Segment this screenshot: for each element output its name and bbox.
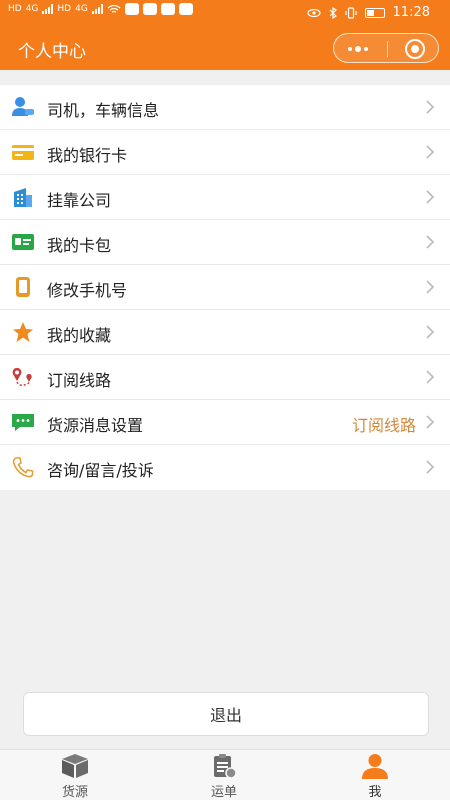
menu-item-driver-vehicle-info[interactable]: 司机，车辆信息 xyxy=(0,85,450,130)
menu-item-label: 我的卡包 xyxy=(47,236,112,255)
menu-list: 司机，车辆信息 我的银行卡 挂靠公司 我的卡包 修改手机号 我的收藏 订阅线路 … xyxy=(0,85,450,490)
network-label-2: 4G xyxy=(25,4,39,14)
menu-item-label: 咨询/留言/投诉 xyxy=(47,461,154,480)
menu-item-affiliated-company[interactable]: 挂靠公司 xyxy=(0,175,450,220)
card-wallet-icon xyxy=(11,231,35,253)
chevron-right-icon xyxy=(426,325,435,339)
user-icon xyxy=(340,753,410,779)
menu-item-consult-feedback[interactable]: 咨询/留言/投诉 xyxy=(0,445,450,490)
menu-item-bank-card[interactable]: 我的银行卡 xyxy=(0,130,450,175)
building-icon xyxy=(11,186,35,208)
chevron-right-icon xyxy=(426,235,435,249)
menu-item-label: 我的收藏 xyxy=(47,326,112,345)
chevron-right-icon xyxy=(426,280,435,294)
bluetooth-icon xyxy=(329,6,337,19)
tab-cargo-source[interactable]: 货源 xyxy=(40,753,110,800)
tab-me[interactable]: 我 xyxy=(340,753,410,800)
box-icon xyxy=(40,753,110,779)
battery-icon xyxy=(364,7,385,18)
menu-item-value: 订阅线路 xyxy=(351,416,416,435)
menu-item-label: 订阅线路 xyxy=(47,371,112,390)
app-notification-icon-3 xyxy=(160,3,175,15)
chevron-right-icon xyxy=(426,460,435,474)
tab-label: 我 xyxy=(368,785,382,800)
menu-item-subscribe-route[interactable]: 订阅线路 xyxy=(0,355,450,400)
vibrate-icon xyxy=(344,6,357,19)
app-notification-icon-2 xyxy=(142,3,157,15)
driver-icon xyxy=(11,96,35,118)
network-label-4: 4G xyxy=(75,4,88,14)
signal-icon-2 xyxy=(91,4,103,14)
menu-item-label: 司机，车辆信息 xyxy=(47,101,160,120)
chevron-right-icon xyxy=(426,145,435,159)
app-notification-icon xyxy=(124,3,139,15)
menu-item-label: 挂靠公司 xyxy=(47,191,112,210)
app-notification-icon-4 xyxy=(178,3,193,15)
signal-icon xyxy=(42,4,54,14)
bank-card-icon xyxy=(11,141,35,163)
capsule-divider xyxy=(387,41,388,57)
page-title: 个人中心 xyxy=(18,42,86,62)
chevron-right-icon xyxy=(426,100,435,114)
menu-item-favorites[interactable]: 我的收藏 xyxy=(0,310,450,355)
message-icon xyxy=(11,411,35,433)
status-left: HD 4G HD 4G xyxy=(8,3,193,15)
tab-label: 运单 xyxy=(210,785,237,800)
chevron-right-icon xyxy=(426,190,435,204)
more-icon[interactable] xyxy=(348,46,368,52)
tab-label: 货源 xyxy=(61,785,88,800)
route-icon xyxy=(11,366,35,388)
menu-item-label: 货源消息设置 xyxy=(47,416,144,435)
logout-button[interactable]: 退出 xyxy=(23,692,429,736)
menu-item-label: 我的银行卡 xyxy=(47,146,128,165)
close-target-icon[interactable] xyxy=(405,39,425,59)
wifi-icon xyxy=(107,4,121,13)
chevron-right-icon xyxy=(426,370,435,384)
phone-icon xyxy=(11,276,35,298)
menu-item-change-phone[interactable]: 修改手机号 xyxy=(0,265,450,310)
chevron-right-icon xyxy=(426,415,435,429)
miniprogram-capsule xyxy=(333,33,439,63)
menu-item-cargo-message-settings[interactable]: 货源消息设置 订阅线路 xyxy=(0,400,450,445)
tab-waybill[interactable]: 运单 xyxy=(189,753,259,800)
status-right: 11:28 xyxy=(306,5,430,20)
menu-item-card-wallet[interactable]: 我的卡包 xyxy=(0,220,450,265)
network-label-1: HD xyxy=(8,4,22,14)
star-icon xyxy=(11,321,35,343)
status-bar: HD 4G HD 4G 11:28 xyxy=(0,0,450,26)
network-label-3: HD xyxy=(57,4,72,14)
bottom-tab-bar: 货源 运单 我 xyxy=(0,749,450,800)
eye-icon xyxy=(306,8,321,17)
app-header: HD 4G HD 4G 11:28 个人中心 xyxy=(0,0,450,70)
status-time: 11:28 xyxy=(392,5,430,20)
menu-item-label: 修改手机号 xyxy=(47,281,128,300)
phone-call-icon xyxy=(11,456,35,478)
waybill-icon xyxy=(189,753,259,779)
